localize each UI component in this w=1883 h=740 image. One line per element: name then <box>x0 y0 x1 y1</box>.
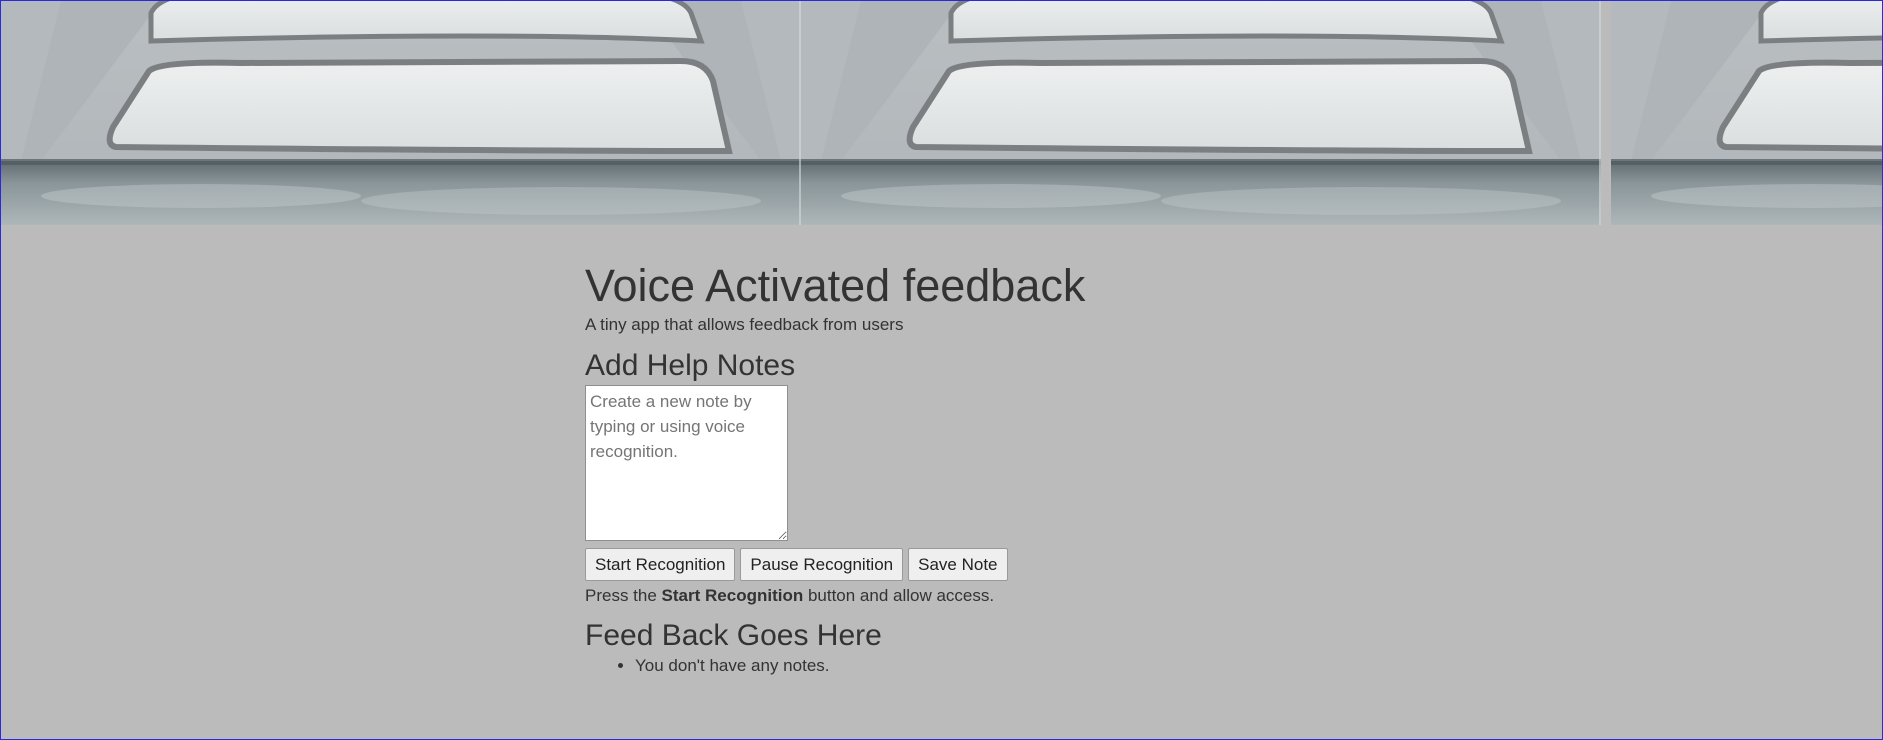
main-content: Voice Activated feedback A tiny app that… <box>585 258 1485 677</box>
note-textarea[interactable] <box>585 385 788 541</box>
instructions-prefix: Press the <box>585 586 662 605</box>
page-subtitle: A tiny app that allows feedback from use… <box>585 315 904 334</box>
save-note-button[interactable]: Save Note <box>908 548 1008 581</box>
notes-list: You don't have any notes. <box>585 655 1485 677</box>
add-notes-heading: Add Help Notes <box>585 349 796 382</box>
feedback-heading: Feed Back Goes Here <box>585 619 882 652</box>
instructions-suffix: button and allow access. <box>803 586 995 605</box>
list-item: You don't have any notes. <box>635 655 1485 677</box>
pause-recognition-button[interactable]: Pause Recognition <box>740 548 904 581</box>
hero-banner-image <box>1 1 1882 225</box>
instructions-emphasis: Start Recognition <box>661 586 804 605</box>
start-recognition-button[interactable]: Start Recognition <box>585 548 736 581</box>
recognition-instructions: Press the Start Recognition button and a… <box>585 585 1485 607</box>
page-title: Voice Activated feedback <box>585 260 1086 311</box>
recognition-toolbar: Start Recognition Pause Recognition Save… <box>585 548 1485 581</box>
